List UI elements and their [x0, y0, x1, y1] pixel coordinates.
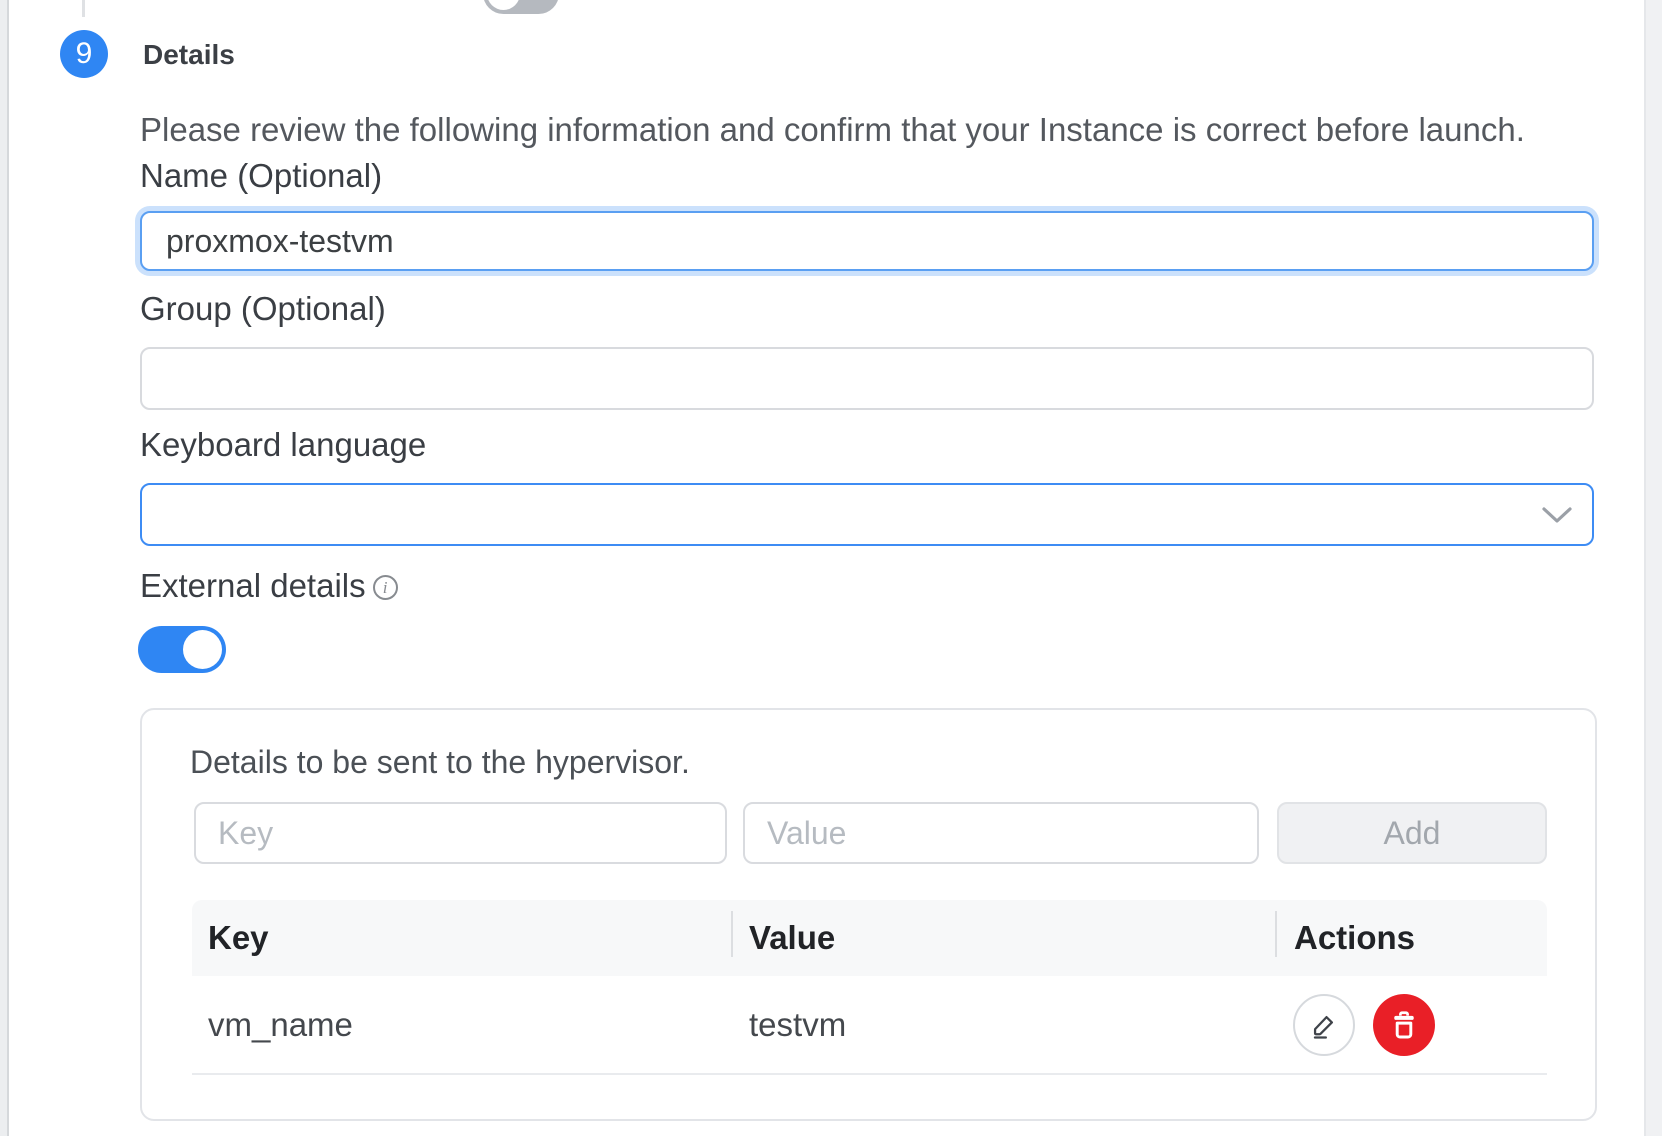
step-title: Details [143, 40, 235, 70]
review-instructions: Please review the following information … [140, 110, 1594, 150]
edit-button[interactable] [1293, 994, 1355, 1056]
name-input[interactable] [140, 211, 1594, 271]
step-number: 9 [76, 37, 93, 71]
step-number-badge: 9 [60, 30, 108, 78]
add-button[interactable]: Add [1277, 802, 1547, 864]
row-key-cell: vm_name [192, 1006, 731, 1044]
group-input[interactable] [140, 347, 1594, 410]
column-header-key: Key [192, 919, 731, 957]
hypervisor-panel-description: Details to be sent to the hypervisor. [190, 742, 690, 782]
key-value-table: Key Value Actions vm_name testvm [192, 900, 1547, 1075]
row-actions-cell [1275, 994, 1547, 1056]
external-details-toggle[interactable] [138, 626, 226, 673]
scrollbar-track[interactable] [1644, 0, 1662, 1136]
column-header-actions: Actions [1275, 919, 1547, 957]
toggle-knob [487, 0, 520, 10]
group-field-label: Group (Optional) [140, 289, 386, 329]
left-gutter [0, 0, 9, 1136]
key-input[interactable] [194, 802, 727, 864]
table-row: vm_name testvm [192, 976, 1547, 1075]
column-header-value: Value [731, 919, 1275, 957]
name-field-label: Name (Optional) [140, 156, 382, 196]
table-header-row: Key Value Actions [192, 900, 1547, 976]
toggle-knob [183, 630, 222, 669]
external-details-label-row: External details i [140, 566, 398, 606]
trash-icon [1388, 1009, 1420, 1041]
chevron-down-icon [1542, 507, 1572, 524]
info-icon[interactable]: i [373, 575, 398, 600]
previous-section-toggle[interactable] [483, 0, 559, 14]
delete-button[interactable] [1373, 994, 1435, 1056]
value-input[interactable] [743, 802, 1259, 864]
details-step-screen: 9 Details Please review the following in… [0, 0, 1662, 1136]
keyboard-language-label: Keyboard language [140, 425, 426, 465]
add-button-label: Add [1384, 815, 1441, 852]
row-value-cell: testvm [731, 1006, 1275, 1044]
pencil-icon [1308, 1009, 1340, 1041]
keyboard-language-select[interactable] [140, 483, 1594, 546]
external-details-label: External details [140, 566, 366, 606]
stepper-connector-line [82, 0, 85, 17]
hypervisor-details-panel: Details to be sent to the hypervisor. Ad… [140, 708, 1597, 1121]
